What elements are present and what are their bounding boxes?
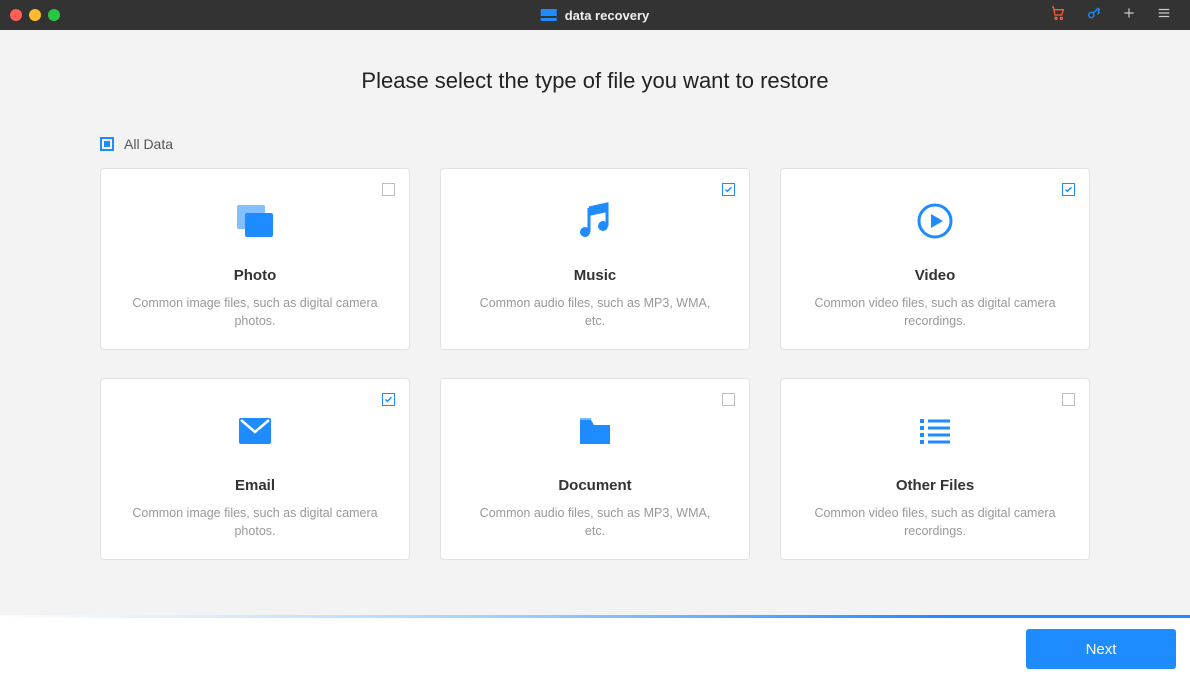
- card-desc: Common audio files, such as MP3, WMA, et…: [469, 504, 721, 540]
- titlebar: data recovery: [0, 0, 1190, 30]
- card-title: Video: [915, 267, 956, 284]
- card-photo[interactable]: Photo Common image files, such as digita…: [100, 168, 410, 350]
- all-data-row[interactable]: All Data: [100, 136, 1090, 152]
- card-desc: Common video files, such as digital came…: [809, 504, 1061, 540]
- all-data-checkbox[interactable]: [100, 137, 114, 151]
- card-checkbox[interactable]: [1062, 393, 1075, 406]
- all-data-label: All Data: [124, 136, 173, 152]
- main-content: Please select the type of file you want …: [0, 30, 1190, 615]
- card-other-files[interactable]: Other Files Common video files, such as …: [780, 378, 1090, 560]
- card-desc: Common image files, such as digital came…: [129, 504, 381, 540]
- titlebar-actions: [1050, 5, 1180, 25]
- card-title: Music: [574, 267, 617, 284]
- next-button[interactable]: Next: [1026, 629, 1176, 669]
- window-controls: [10, 9, 60, 21]
- list-icon: [918, 407, 952, 455]
- close-window-button[interactable]: [10, 9, 22, 21]
- card-email[interactable]: Email Common image files, such as digita…: [100, 378, 410, 560]
- app-title: data recovery: [541, 8, 650, 23]
- card-video[interactable]: Video Common video files, such as digita…: [780, 168, 1090, 350]
- checkbox-indeterminate-icon: [104, 141, 110, 147]
- card-title: Other Files: [896, 477, 974, 494]
- music-icon: [577, 197, 613, 245]
- card-checkbox[interactable]: [382, 183, 395, 196]
- app-logo-icon: [541, 9, 557, 21]
- footer: Next: [0, 618, 1190, 680]
- footer-wrap: Next: [0, 615, 1190, 680]
- cart-icon[interactable]: [1050, 5, 1066, 25]
- video-icon: [916, 197, 954, 245]
- card-checkbox[interactable]: [722, 183, 735, 196]
- menu-icon[interactable]: [1156, 6, 1172, 24]
- document-icon: [578, 407, 612, 455]
- maximize-window-button[interactable]: [48, 9, 60, 21]
- card-checkbox[interactable]: [1062, 183, 1075, 196]
- email-icon: [238, 407, 272, 455]
- minimize-window-button[interactable]: [29, 9, 41, 21]
- card-desc: Common video files, such as digital came…: [809, 294, 1061, 330]
- app-title-text: data recovery: [565, 8, 650, 23]
- card-desc: Common audio files, such as MP3, WMA, et…: [469, 294, 721, 330]
- key-icon[interactable]: [1086, 5, 1102, 25]
- page-heading: Please select the type of file you want …: [361, 68, 828, 94]
- card-document[interactable]: Document Common audio files, such as MP3…: [440, 378, 750, 560]
- card-checkbox[interactable]: [722, 393, 735, 406]
- card-desc: Common image files, such as digital came…: [129, 294, 381, 330]
- card-music[interactable]: Music Common audio files, such as MP3, W…: [440, 168, 750, 350]
- card-checkbox[interactable]: [382, 393, 395, 406]
- file-type-grid: Photo Common image files, such as digita…: [100, 168, 1090, 560]
- photo-icon: [235, 197, 275, 245]
- card-title: Document: [558, 477, 631, 494]
- card-title: Email: [235, 477, 275, 494]
- card-title: Photo: [234, 267, 277, 284]
- plus-icon[interactable]: [1122, 6, 1136, 24]
